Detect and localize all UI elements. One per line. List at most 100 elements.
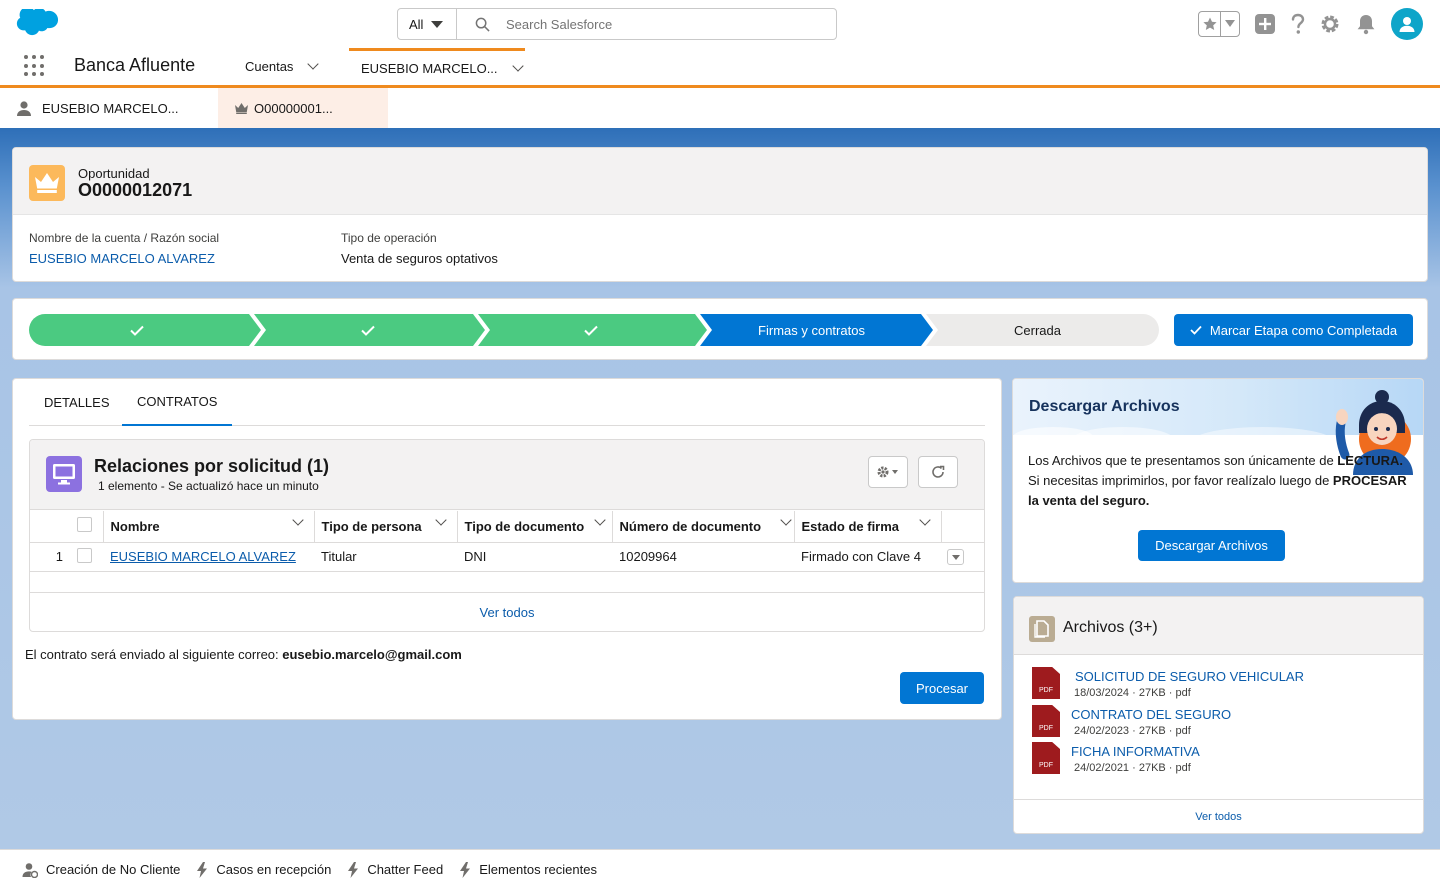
- chevron-down-icon[interactable]: [291, 514, 304, 526]
- path-step-4-current[interactable]: Firmas y contratos: [704, 314, 919, 346]
- file-name-link[interactable]: SOLICITUD DE SEGURO VEHICULAR: [1075, 669, 1304, 684]
- column-label: Tipo de documento: [464, 518, 585, 534]
- check-icon: [1190, 325, 1202, 335]
- workspace-tab-opportunity[interactable]: O00000001...: [218, 88, 388, 128]
- list-settings-button[interactable]: [868, 456, 908, 488]
- utility-item-label: Casos en recepción: [216, 862, 332, 877]
- files-view-all-link[interactable]: Ver todos: [1014, 799, 1423, 833]
- download-title: Descargar Archivos: [1029, 398, 1180, 415]
- user-avatar[interactable]: [1391, 8, 1423, 40]
- download-text-bold: LECTURA.: [1337, 453, 1404, 468]
- record-header: Oportunidad O0000012071: [13, 148, 1427, 215]
- nav-item-record[interactable]: EUSEBIO MARCELO...: [349, 48, 525, 85]
- nav-item-label: Cuentas: [245, 59, 294, 74]
- workspace-tab-account[interactable]: EUSEBIO MARCELO...: [0, 88, 218, 128]
- utility-item-label: Elementos recientes: [479, 862, 597, 877]
- utility-item-chatter-feed[interactable]: Chatter Feed: [347, 861, 443, 878]
- person-icon: [17, 101, 31, 116]
- download-files-card: Descargar Archivos Los Archivos que te p…: [1012, 378, 1424, 583]
- utility-item-casos-recepcion[interactable]: Casos en recepción: [196, 861, 332, 878]
- column-label: Estado de firma: [801, 518, 900, 534]
- table-row: 1 EUSEBIO MARCELO ALVAREZ Titular DNI 10…: [30, 542, 984, 572]
- column-header-nombre[interactable]: Nombre: [103, 511, 315, 543]
- global-actions-icon[interactable]: [1253, 12, 1277, 36]
- record-link[interactable]: EUSEBIO MARCELO ALVAREZ: [110, 549, 296, 564]
- column-label: Tipo de persona: [321, 518, 422, 534]
- path-step-2[interactable]: [258, 314, 478, 346]
- path-step-1[interactable]: [29, 314, 245, 346]
- salesforce-logo[interactable]: [16, 9, 58, 39]
- opportunity-crown-icon: [29, 165, 65, 201]
- account-name-link[interactable]: EUSEBIO MARCELO ALVAREZ: [29, 251, 219, 266]
- chevron-down-icon[interactable]: [511, 59, 524, 72]
- global-header: All Search Salesforce: [0, 0, 1440, 48]
- row-actions-cell: [941, 542, 984, 572]
- record-highlights-panel: Oportunidad O0000012071 Nombre de la cue…: [12, 147, 1428, 282]
- nav-item-cuentas[interactable]: Cuentas: [245, 48, 320, 85]
- chevron-down-icon[interactable]: [593, 514, 606, 526]
- favorites-button[interactable]: [1198, 11, 1240, 37]
- mail-notice-text: El contrato será enviado al siguiente co…: [25, 647, 283, 662]
- contract-mail-notice: El contrato será enviado al siguiente co…: [25, 647, 462, 662]
- tab-detalles[interactable]: DETALLES: [44, 379, 110, 426]
- row-action-menu-icon[interactable]: [947, 549, 964, 566]
- chevron-down-icon[interactable]: [307, 58, 320, 70]
- mark-stage-complete-button[interactable]: Marcar Etapa como Completada: [1174, 314, 1413, 346]
- user-icon: [1399, 17, 1415, 32]
- star-icon[interactable]: [1199, 12, 1221, 36]
- field-value: Venta de seguros optativos: [341, 251, 498, 266]
- column-header-estado-firma[interactable]: Estado de firma: [794, 511, 942, 543]
- check-icon: [130, 325, 144, 336]
- favorites-dropdown-icon[interactable]: [1221, 12, 1239, 36]
- setup-gear-icon[interactable]: [1318, 12, 1342, 36]
- sales-path: Firmas y contratos Cerrada: [29, 314, 1159, 346]
- utility-item-creacion-no-cliente[interactable]: Creación de No Cliente: [22, 862, 180, 878]
- row-checkbox[interactable]: [77, 547, 92, 563]
- path-step-5[interactable]: Cerrada: [930, 314, 1145, 346]
- gear-dropdown-icon: [877, 466, 898, 478]
- chevron-down-icon[interactable]: [434, 514, 447, 526]
- cell-numero-documento: 10209964: [612, 542, 794, 572]
- crown-icon: [235, 102, 248, 114]
- column-header-numero-documento[interactable]: Número de documento: [612, 511, 795, 543]
- pdf-file-icon: PDF: [1032, 742, 1060, 774]
- view-all-link[interactable]: Ver todos: [30, 592, 984, 631]
- search-input[interactable]: Search Salesforce: [457, 9, 836, 39]
- related-list-header: Relaciones por solicitud (1) 1 elemento …: [30, 440, 984, 510]
- column-header-tipo-persona[interactable]: Tipo de persona: [314, 511, 458, 543]
- utility-item-elementos-recientes[interactable]: Elementos recientes: [459, 861, 597, 878]
- procesar-button[interactable]: Procesar: [900, 672, 984, 704]
- refresh-button[interactable]: [918, 456, 958, 488]
- utility-bar: Creación de No Cliente Casos en recepció…: [0, 849, 1440, 889]
- search-placeholder: Search Salesforce: [506, 16, 613, 32]
- related-list-title[interactable]: Relaciones por solicitud (1): [94, 456, 329, 477]
- global-search[interactable]: All Search Salesforce: [397, 8, 837, 40]
- files-icon: [1029, 616, 1055, 642]
- app-launcher-icon[interactable]: [24, 55, 46, 77]
- chevron-down-icon[interactable]: [779, 514, 792, 526]
- lightning-icon: [460, 861, 471, 878]
- file-type-label: PDF: [1039, 725, 1053, 732]
- workspace-tab-label: EUSEBIO MARCELO...: [42, 100, 179, 116]
- files-card: Archivos (3+) PDF SOLICITUD DE SEGURO VE…: [1013, 596, 1424, 834]
- column-header-tipo-documento[interactable]: Tipo de documento: [457, 511, 613, 543]
- select-all-checkbox[interactable]: [77, 517, 92, 533]
- refresh-icon: [932, 465, 945, 478]
- app-navigation-bar: Banca Afluente Cuentas EUSEBIO MARCELO..…: [0, 48, 1440, 88]
- search-scope-dropdown[interactable]: All: [398, 9, 457, 39]
- path-step-3[interactable]: [482, 314, 700, 346]
- file-item: PDF CONTRATO DEL SEGURO 24/02/2023 · 27K…: [1032, 705, 1412, 739]
- record-object-label: Oportunidad: [78, 166, 150, 181]
- chevron-down-icon[interactable]: [918, 514, 931, 526]
- file-name-link[interactable]: FICHA INFORMATIVA: [1071, 744, 1200, 759]
- file-name-link[interactable]: CONTRATO DEL SEGURO: [1071, 707, 1231, 722]
- help-icon[interactable]: [1286, 12, 1310, 36]
- tab-contratos[interactable]: CONTRATOS: [122, 379, 233, 426]
- column-label: Número de documento: [619, 518, 762, 534]
- files-title[interactable]: Archivos (3+): [1063, 619, 1158, 637]
- file-type-label: PDF: [1039, 687, 1053, 694]
- file-type-label: PDF: [1039, 762, 1053, 769]
- notifications-bell-icon[interactable]: [1354, 12, 1378, 36]
- download-files-button[interactable]: Descargar Archivos: [1138, 530, 1285, 561]
- select-all-header: [77, 511, 104, 543]
